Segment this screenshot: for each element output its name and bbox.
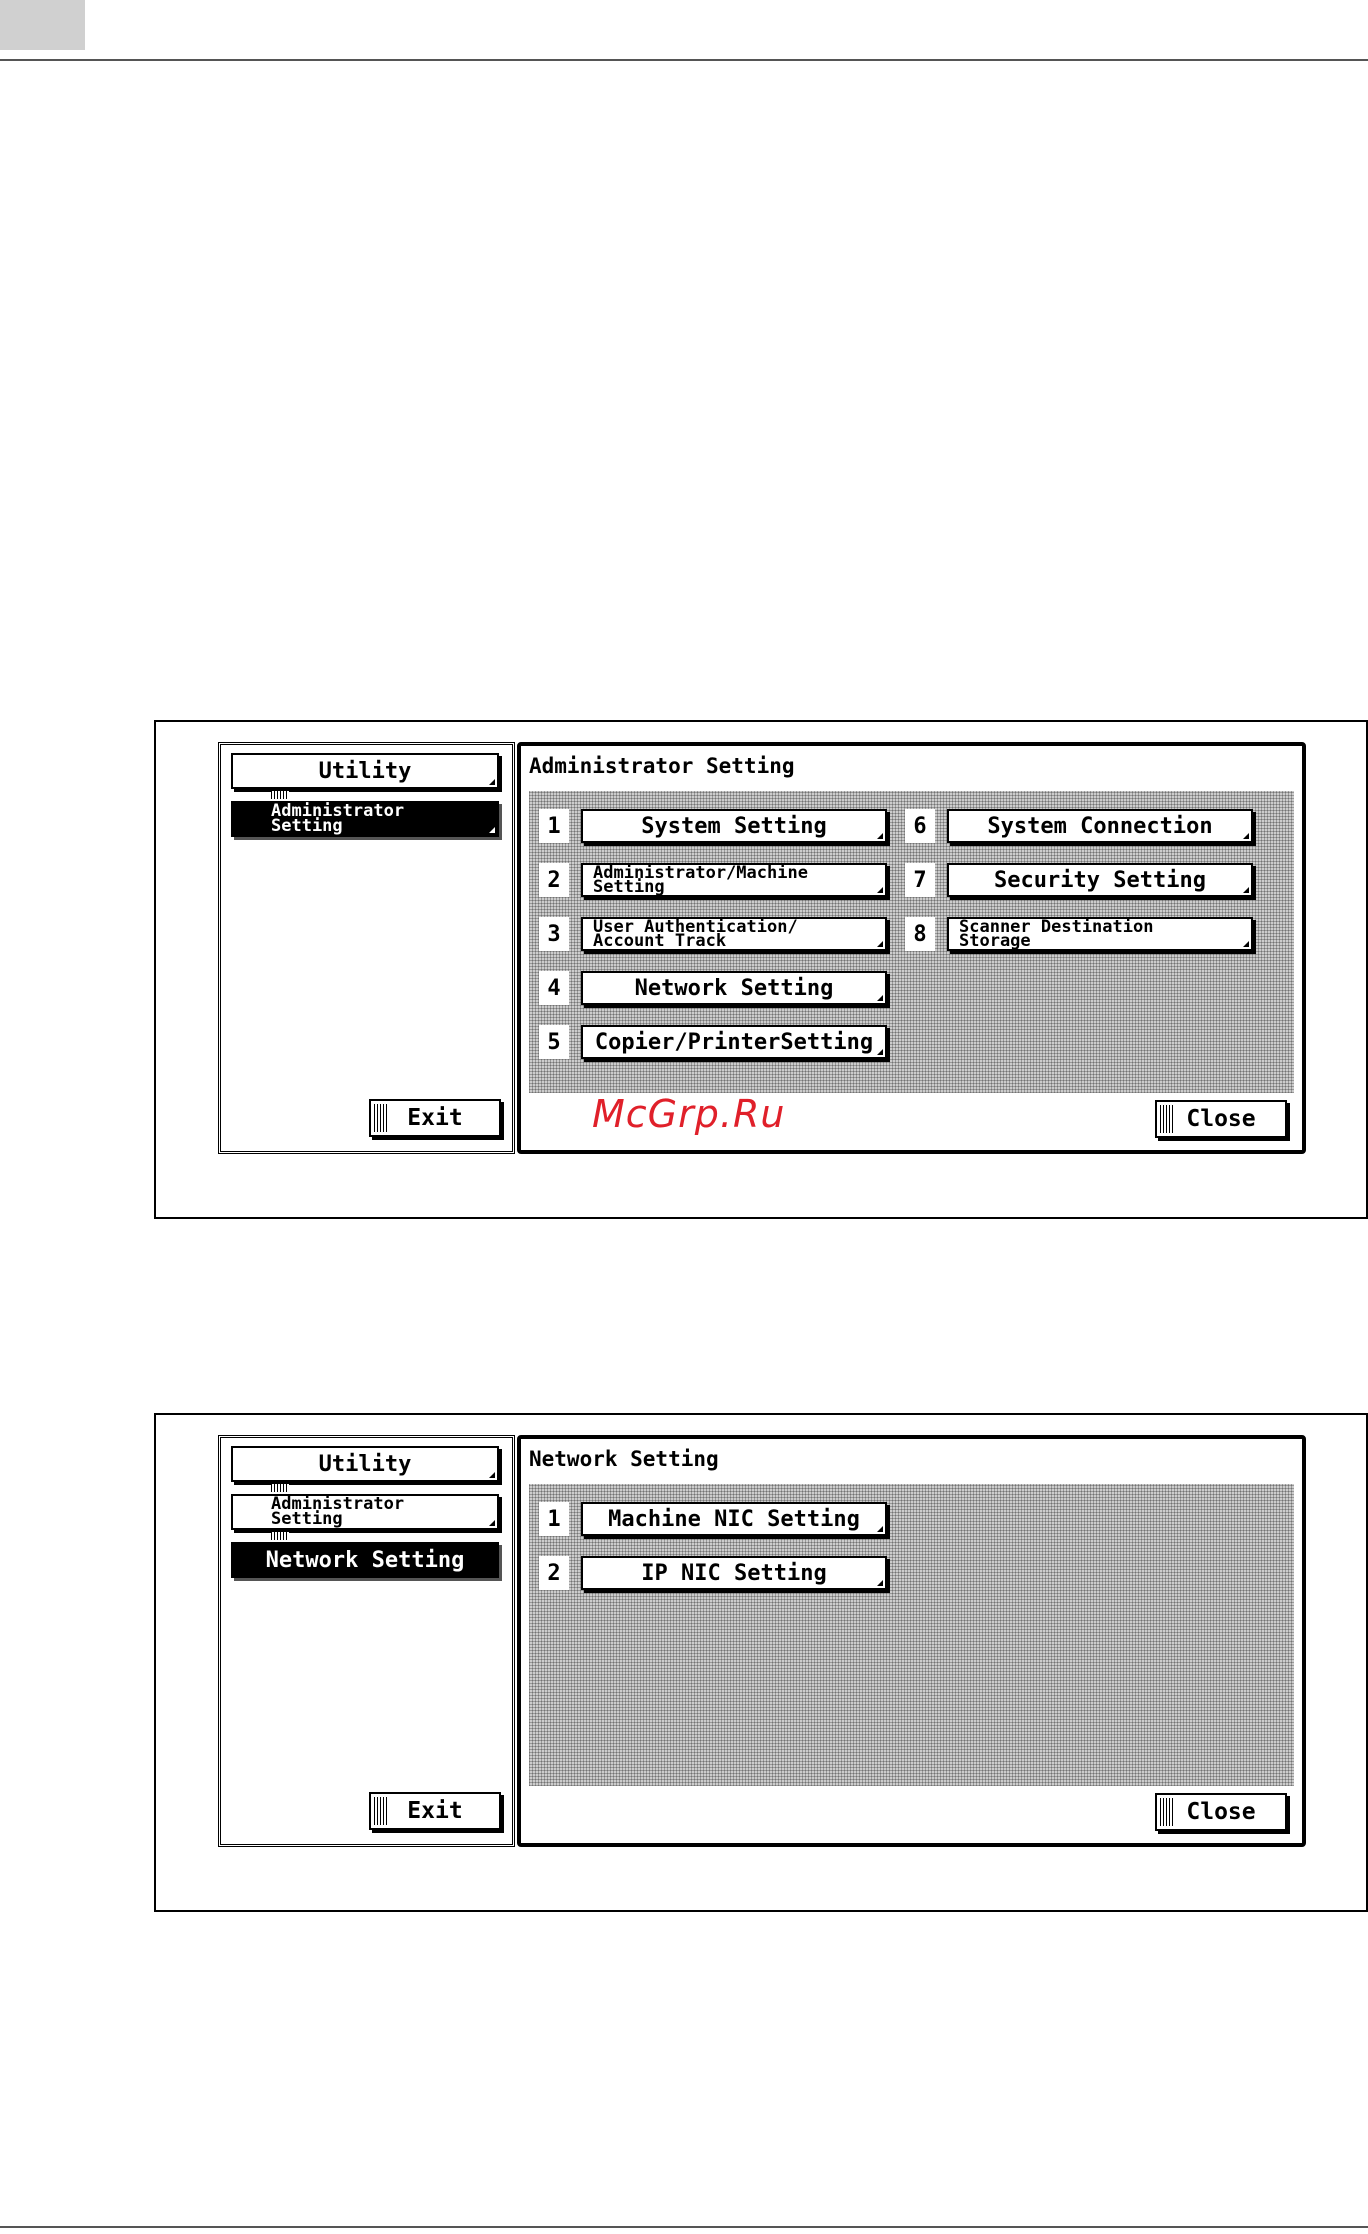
scanner-destination-storage-button[interactable]: Scanner Destination Storage xyxy=(947,917,1253,951)
item-number-1: 1 xyxy=(539,1502,569,1536)
settings-panel: Network Setting 1 Machine NIC Setting 2 … xyxy=(517,1435,1306,1847)
system-connection-button[interactable]: System Connection xyxy=(947,809,1253,843)
network-crumb-label: Network Setting xyxy=(265,1547,465,1573)
utility-button[interactable]: Utility xyxy=(231,1446,499,1482)
header-rule xyxy=(0,59,1368,61)
menu-area: 1 System Setting 2 Administrator/Machine… xyxy=(529,791,1294,1093)
watermark-text: McGrp.Ru xyxy=(592,1092,786,1136)
network-setting-crumb-button[interactable]: Network Setting xyxy=(231,1542,499,1578)
admin-label-line2: Setting xyxy=(271,1509,343,1529)
close-button[interactable]: Close xyxy=(1155,1793,1287,1831)
breadcrumb-sidebar: Utility Administrator Setting Exit xyxy=(218,742,515,1154)
ip-nic-label: IP NIC Setting xyxy=(641,1560,827,1586)
utility-label: Utility xyxy=(318,1451,412,1477)
control-panel-screen: Utility Administrator Setting Network Se… xyxy=(218,1435,1306,1847)
user-authentication-account-track-button[interactable]: User Authentication/ Account Track xyxy=(581,917,887,951)
user-auth-label-line2: Account Track xyxy=(593,931,727,951)
footer-rule xyxy=(0,2226,1368,2228)
item-number-7: 7 xyxy=(905,863,935,897)
exit-button[interactable]: Exit xyxy=(369,1099,501,1137)
item-number-2: 2 xyxy=(539,1556,569,1590)
breadcrumb-connector xyxy=(271,1532,289,1540)
scanner-dest-label-line2: Storage xyxy=(959,931,1031,951)
breadcrumb-connector xyxy=(271,791,289,799)
system-setting-label: System Setting xyxy=(641,813,827,839)
security-setting-button[interactable]: Security Setting xyxy=(947,863,1253,897)
breadcrumb-sidebar: Utility Administrator Setting Network Se… xyxy=(218,1435,515,1847)
item-number-1: 1 xyxy=(539,809,569,843)
panel-title: Network Setting xyxy=(529,1447,719,1471)
copier-printer-setting-button[interactable]: Copier/PrinterSetting xyxy=(581,1025,887,1059)
item-number-6: 6 xyxy=(905,809,935,843)
exit-label: Exit xyxy=(407,1798,463,1824)
close-button[interactable]: Close xyxy=(1155,1100,1287,1138)
exit-label: Exit xyxy=(407,1105,463,1131)
item-number-8: 8 xyxy=(905,917,935,951)
security-setting-label: Security Setting xyxy=(994,867,1206,893)
admin-label-line2: Setting xyxy=(271,816,343,836)
exit-button[interactable]: Exit xyxy=(369,1792,501,1830)
system-connection-label: System Connection xyxy=(987,813,1213,839)
menu-area: 1 Machine NIC Setting 2 IP NIC Setting xyxy=(529,1484,1294,1786)
figure-administrator-setting: Utility Administrator Setting Exit Admin… xyxy=(154,720,1368,1219)
system-setting-button[interactable]: System Setting xyxy=(581,809,887,843)
figure-network-setting: Utility Administrator Setting Network Se… xyxy=(154,1413,1368,1912)
administrator-setting-button[interactable]: Administrator Setting xyxy=(231,801,499,837)
copier-printer-label: Copier/PrinterSetting xyxy=(594,1029,874,1055)
ip-nic-setting-button[interactable]: IP NIC Setting xyxy=(581,1556,887,1590)
utility-label: Utility xyxy=(318,758,412,784)
item-number-3: 3 xyxy=(539,917,569,951)
machine-nic-setting-button[interactable]: Machine NIC Setting xyxy=(581,1502,887,1536)
close-label: Close xyxy=(1186,1799,1256,1825)
administrator-setting-button[interactable]: Administrator Setting xyxy=(231,1494,499,1530)
network-setting-label: Network Setting xyxy=(634,975,834,1001)
item-number-2: 2 xyxy=(539,863,569,897)
machine-nic-label: Machine NIC Setting xyxy=(608,1506,860,1532)
administrator-machine-setting-button[interactable]: Administrator/Machine Setting xyxy=(581,863,887,897)
admin-machine-label-line2: Setting xyxy=(593,877,665,897)
network-setting-button[interactable]: Network Setting xyxy=(581,971,887,1005)
page-corner-tab xyxy=(0,0,85,50)
utility-button[interactable]: Utility xyxy=(231,753,499,789)
close-label: Close xyxy=(1186,1106,1256,1132)
item-number-5: 5 xyxy=(539,1025,569,1059)
breadcrumb-connector xyxy=(271,1484,289,1492)
panel-title: Administrator Setting xyxy=(529,754,795,778)
item-number-4: 4 xyxy=(539,971,569,1005)
